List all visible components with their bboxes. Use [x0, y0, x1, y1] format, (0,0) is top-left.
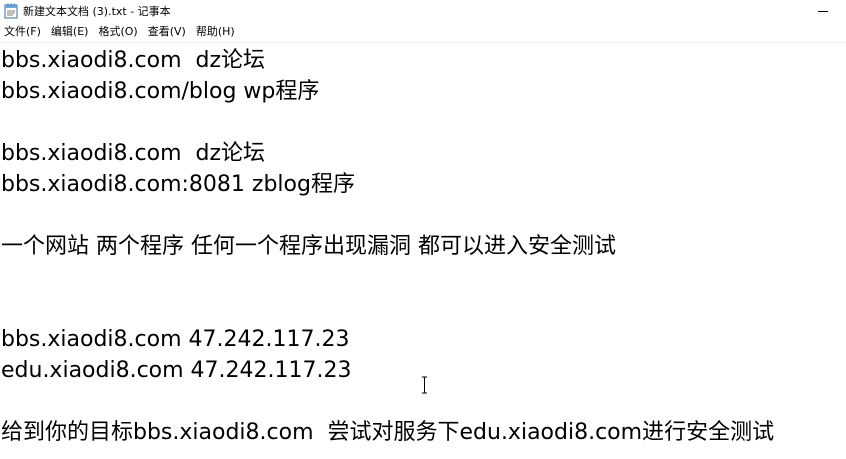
- minimize-button[interactable]: [800, 0, 846, 22]
- menu-format[interactable]: 格式(O): [94, 22, 143, 42]
- editor-line: bbs.xiaodi8.com/blog wp程序: [1, 79, 320, 104]
- menu-bar: 文件(F) 编辑(E) 格式(O) 查看(V) 帮助(H): [0, 22, 846, 43]
- text-cursor-icon: [420, 376, 429, 394]
- title-bar[interactable]: 新建文本文档 (3).txt - 记事本: [0, 0, 846, 22]
- editor-line: bbs.xiaodi8.com 47.242.117.23: [1, 327, 350, 352]
- window-title: 新建文本文档 (3).txt - 记事本: [23, 5, 171, 18]
- notepad-window: 新建文本文档 (3).txt - 记事本 文件(F) 编辑(E) 格式(O) 查…: [0, 0, 846, 459]
- editor-line: edu.xiaodi8.com 47.242.117.23: [1, 358, 352, 383]
- minimize-icon: [818, 10, 828, 12]
- editor-line: bbs.xiaodi8.com dz论坛: [1, 141, 266, 166]
- editor-line: 一个网站 两个程序 任何一个程序出现漏洞 都可以进入安全测试: [1, 234, 616, 259]
- notepad-icon: [4, 3, 18, 19]
- menu-help[interactable]: 帮助(H): [192, 22, 241, 42]
- menu-edit[interactable]: 编辑(E): [47, 22, 95, 42]
- text-editor[interactable]: bbs.xiaodi8.com dz论坛 bbs.xiaodi8.com/blo…: [0, 43, 846, 459]
- editor-line: bbs.xiaodi8.com dz论坛: [1, 48, 266, 73]
- menu-view[interactable]: 查看(V): [144, 22, 192, 42]
- editor-line: bbs.xiaodi8.com:8081 zblog程序: [1, 172, 355, 197]
- menu-file[interactable]: 文件(F): [0, 22, 47, 42]
- editor-line: 给到你的目标bbs.xiaodi8.com 尝试对服务下edu.xiaodi8.…: [1, 420, 775, 445]
